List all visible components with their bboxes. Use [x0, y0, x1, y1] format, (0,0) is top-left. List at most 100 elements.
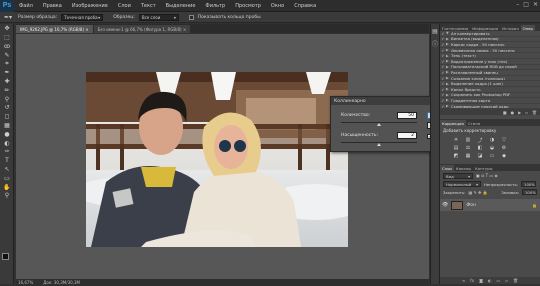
healing-icon[interactable]: ✚ — [2, 79, 12, 86]
gradient-map-icon[interactable]: ▭ — [488, 153, 496, 159]
tab-actions-2[interactable]: История — [500, 25, 521, 31]
menu-item[interactable]: Окно — [266, 3, 289, 9]
tab-untitled-1[interactable]: Без имени-1 @ 66,7% (Фигура 1, RGB/8) × — [93, 25, 191, 33]
record-icon[interactable]: ● — [511, 110, 515, 115]
fill-input[interactable]: 100% — [522, 189, 537, 196]
saturation-slider-thumb[interactable] — [377, 143, 381, 146]
tools-panel: ✥ ⬚ ꝏ ✎ ⌗ ✒ ✚ ✏ ⚲ ↺ ◻ ▦ ● ◐ ✑ T ↖ ▭ ✋ ⚲ — [0, 24, 14, 284]
vibrance-icon[interactable]: ▽ — [500, 137, 508, 143]
crop-icon[interactable]: ⌗ — [2, 61, 12, 68]
blend-mode-select[interactable]: Нормальный ▾ — [443, 181, 481, 188]
eyedropper-preset-icon[interactable]: ✒▾ — [2, 13, 14, 21]
amount-slider-thumb[interactable] — [377, 123, 381, 126]
type-icon[interactable]: T — [2, 158, 12, 165]
menu-item[interactable]: Выделение — [161, 3, 201, 9]
maximize-button[interactable]: □ — [523, 1, 529, 8]
lock-icon: 🔒 — [532, 202, 537, 208]
path-select-icon[interactable]: ↖ — [2, 167, 12, 174]
lasso-icon[interactable]: ꝏ — [2, 43, 12, 50]
zoom-icon[interactable]: ⚲ — [2, 193, 12, 200]
document-photo[interactable] — [86, 72, 348, 247]
layer-row-background[interactable]: 👁 Фон 🔒 — [440, 199, 540, 212]
delete-layer-icon[interactable]: 🗑 — [513, 278, 518, 283]
action-label: Создание клипа (границы) — [451, 75, 505, 81]
action-label: Канал Яркость — [451, 86, 481, 92]
hue-icon[interactable]: ▤ — [452, 145, 460, 151]
menu-item[interactable]: Фильтр — [200, 3, 230, 9]
zoom-readout[interactable]: 16,67% — [18, 280, 33, 285]
pen-icon[interactable]: ✑ — [2, 149, 12, 156]
play-icon[interactable]: ▶ — [518, 110, 521, 115]
layer-filter-icons[interactable]: ▣ ⊘ T ▭ ◈ — [476, 173, 498, 179]
sample-from-select[interactable]: Все слои ▾ — [138, 13, 179, 21]
adjustments-tabs: Коррекция Стили — [440, 119, 540, 127]
opacity-input[interactable]: 100% — [521, 181, 537, 188]
group-icon[interactable]: ▭ — [496, 278, 500, 283]
menu-item[interactable]: Правка — [38, 3, 67, 9]
adjustments-title: Добавить корректировку — [443, 128, 497, 134]
action-label: Выделение кадра (1 шан) — [451, 81, 503, 87]
link-icon[interactable]: ∞ — [462, 278, 465, 283]
amount-input[interactable]: 50 — [397, 112, 417, 119]
layer-filter-select[interactable]: Вид ▾ — [443, 173, 473, 180]
new-layer-icon[interactable]: ▫ — [505, 278, 508, 283]
saturation-input[interactable]: 2 — [397, 132, 417, 139]
minimize-button[interactable]: – — [516, 1, 519, 8]
stop-icon[interactable]: ■ — [503, 110, 507, 115]
adjustment-layer-icon[interactable]: ◐ — [488, 278, 492, 283]
move-icon[interactable]: ✥ — [2, 26, 12, 33]
tab-layers[interactable]: Слои — [440, 165, 454, 172]
menu-item[interactable]: Текст — [136, 3, 161, 9]
channel-mixer-icon[interactable]: ⚙ — [500, 145, 508, 151]
blur-icon[interactable]: ● — [2, 131, 12, 138]
gradient-icon[interactable]: ▦ — [2, 123, 12, 130]
history-panel-icon[interactable]: ▤ — [431, 28, 439, 35]
tab-actions-3[interactable]: Опер — [520, 25, 535, 31]
history-brush-icon[interactable]: ↺ — [2, 105, 12, 112]
eyedropper-icon[interactable]: ✒ — [2, 70, 12, 77]
trash-icon[interactable]: 🗑 — [532, 110, 537, 115]
selective-color-icon[interactable]: ◆ — [500, 153, 508, 159]
tab-channels[interactable]: Каналы — [454, 165, 473, 171]
levels-icon[interactable]: ▥ — [464, 137, 472, 143]
hand-icon[interactable]: ✋ — [2, 184, 12, 191]
properties-panel-icon[interactable]: ⓘ — [431, 39, 439, 48]
sample-size-select[interactable]: Точечная проба ▾ — [61, 13, 104, 21]
quick-select-icon[interactable]: ✎ — [2, 52, 12, 59]
new-action-icon[interactable]: ▫ — [525, 110, 528, 115]
invert-icon[interactable]: ◩ — [452, 153, 460, 159]
lock-icons[interactable]: ▦ ✎ ✥ 🔒 — [468, 190, 487, 195]
threshold-icon[interactable]: ◪ — [476, 153, 484, 159]
dodge-icon[interactable]: ◐ — [2, 140, 12, 147]
menu-item[interactable]: Справка — [289, 3, 321, 9]
marquee-icon[interactable]: ⬚ — [2, 35, 12, 42]
close-window-button[interactable]: ✕ — [533, 1, 538, 8]
mask-icon[interactable]: ◙ — [479, 278, 483, 283]
stamp-icon[interactable]: ⚲ — [2, 96, 12, 103]
menu-item[interactable]: Изображение — [67, 3, 113, 9]
eraser-icon[interactable]: ◻ — [2, 114, 12, 121]
eye-icon[interactable]: 👁 — [442, 202, 448, 208]
tab-img-9262[interactable]: IMG_9262.JPG @ 16,7% (RGB/8) × — [16, 25, 93, 33]
brightness-icon[interactable]: ☀ — [452, 137, 460, 143]
tab-styles[interactable]: Стили — [466, 120, 482, 126]
fx-icon[interactable]: fx — [470, 278, 474, 283]
posterize-icon[interactable]: ▦ — [464, 153, 472, 159]
photo-filter-icon[interactable]: ◒ — [488, 145, 496, 151]
color-balance-icon[interactable]: ⚖ — [464, 145, 472, 151]
tab-paths[interactable]: Контуры — [473, 165, 494, 171]
foreground-color-swatch[interactable] — [2, 253, 9, 260]
curves-icon[interactable]: ⤴ — [476, 137, 484, 144]
layers-tabs: Слои Каналы Контуры — [440, 164, 540, 172]
show-ring-checkbox[interactable] — [188, 14, 194, 20]
menu-item[interactable]: Слои — [113, 3, 136, 9]
bw-icon[interactable]: ◧ — [476, 145, 484, 151]
brush-icon[interactable]: ✏ — [2, 87, 12, 94]
action-label: Градиентная карта — [451, 98, 491, 103]
menu-item[interactable]: Просмотр — [230, 3, 266, 9]
show-ring-label: Показывать кольцо пробы — [197, 14, 261, 20]
tab-adjustments[interactable]: Коррекция — [440, 120, 466, 127]
shape-icon[interactable]: ▭ — [2, 175, 12, 182]
menu-item[interactable]: Файл — [14, 3, 38, 9]
exposure-icon[interactable]: ◑ — [488, 137, 496, 143]
